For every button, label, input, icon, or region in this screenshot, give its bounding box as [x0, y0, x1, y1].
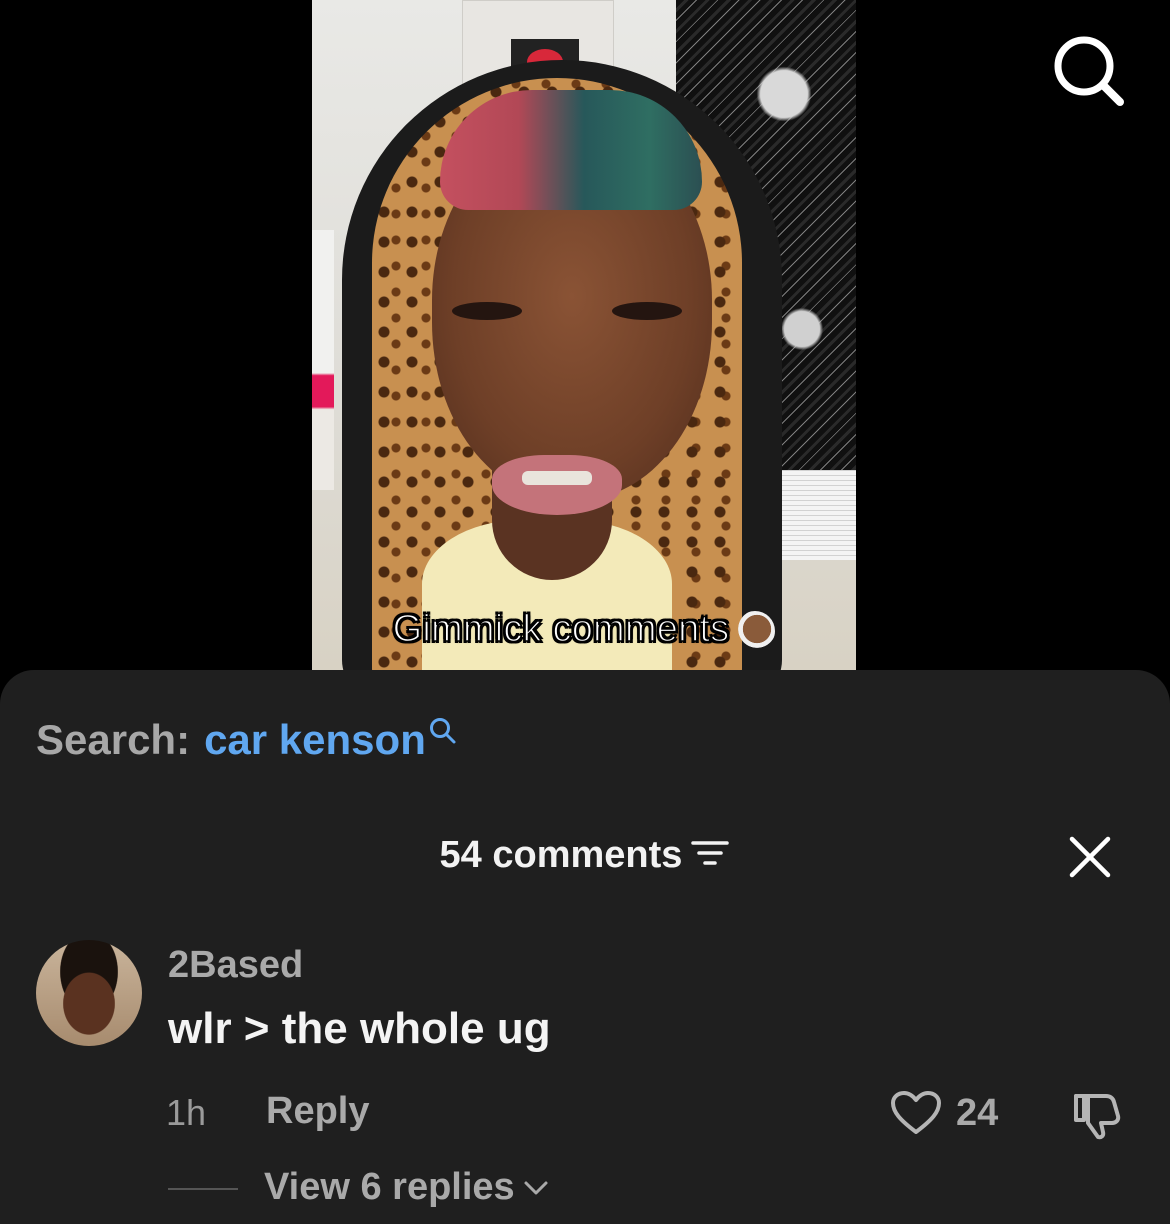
- top-search-button[interactable]: [1048, 30, 1128, 110]
- video-caption-text: Gimmick comments: [392, 607, 730, 651]
- filter-lines-icon[interactable]: [690, 835, 730, 878]
- view-replies-button[interactable]: View 6 replies: [264, 1166, 549, 1209]
- like-count: 24: [956, 1091, 999, 1134]
- search-icon: [1054, 36, 1124, 106]
- reply-button[interactable]: Reply: [266, 1090, 369, 1133]
- screen: Gimmick comments Search: car kenson 54 co…: [0, 0, 1170, 1224]
- chevron-down-icon: [524, 1181, 548, 1194]
- avatar[interactable]: [36, 940, 142, 1046]
- thumbs-down-icon: [1074, 1094, 1121, 1140]
- hair: [440, 90, 702, 210]
- search-suggestion-query[interactable]: car kenson: [204, 716, 426, 763]
- eye: [612, 302, 682, 320]
- comments-sheet: Search: car kenson 54 comments 2Based wl…: [0, 670, 1170, 1224]
- close-icon: [1069, 836, 1111, 878]
- close-button[interactable]: [1068, 835, 1112, 879]
- like-button[interactable]: 24: [890, 1090, 998, 1136]
- view-replies-label: View 6 replies: [264, 1166, 515, 1208]
- video-caption: Gimmick comments: [312, 607, 856, 651]
- comment-timestamp: 1h: [166, 1092, 207, 1133]
- search-icon: [429, 718, 456, 744]
- mouth: [492, 455, 622, 515]
- dislike-button[interactable]: [1070, 1090, 1124, 1145]
- comment-username[interactable]: 2Based: [168, 944, 303, 987]
- face-palm-emoji-icon: [735, 610, 776, 651]
- heart-icon: [891, 1091, 941, 1134]
- eye: [452, 302, 522, 320]
- video-player[interactable]: Gimmick comments: [312, 0, 856, 670]
- comment-text: wlr > the whole ug: [168, 1004, 551, 1053]
- search-suggestion[interactable]: Search: car kenson: [36, 716, 458, 764]
- search-suggestion-label: Search:: [36, 716, 191, 763]
- comments-count: 54 comments: [439, 834, 683, 876]
- replies-divider: [168, 1188, 238, 1190]
- comments-header: 54 comments: [0, 834, 1170, 878]
- wall-poster: [312, 230, 334, 490]
